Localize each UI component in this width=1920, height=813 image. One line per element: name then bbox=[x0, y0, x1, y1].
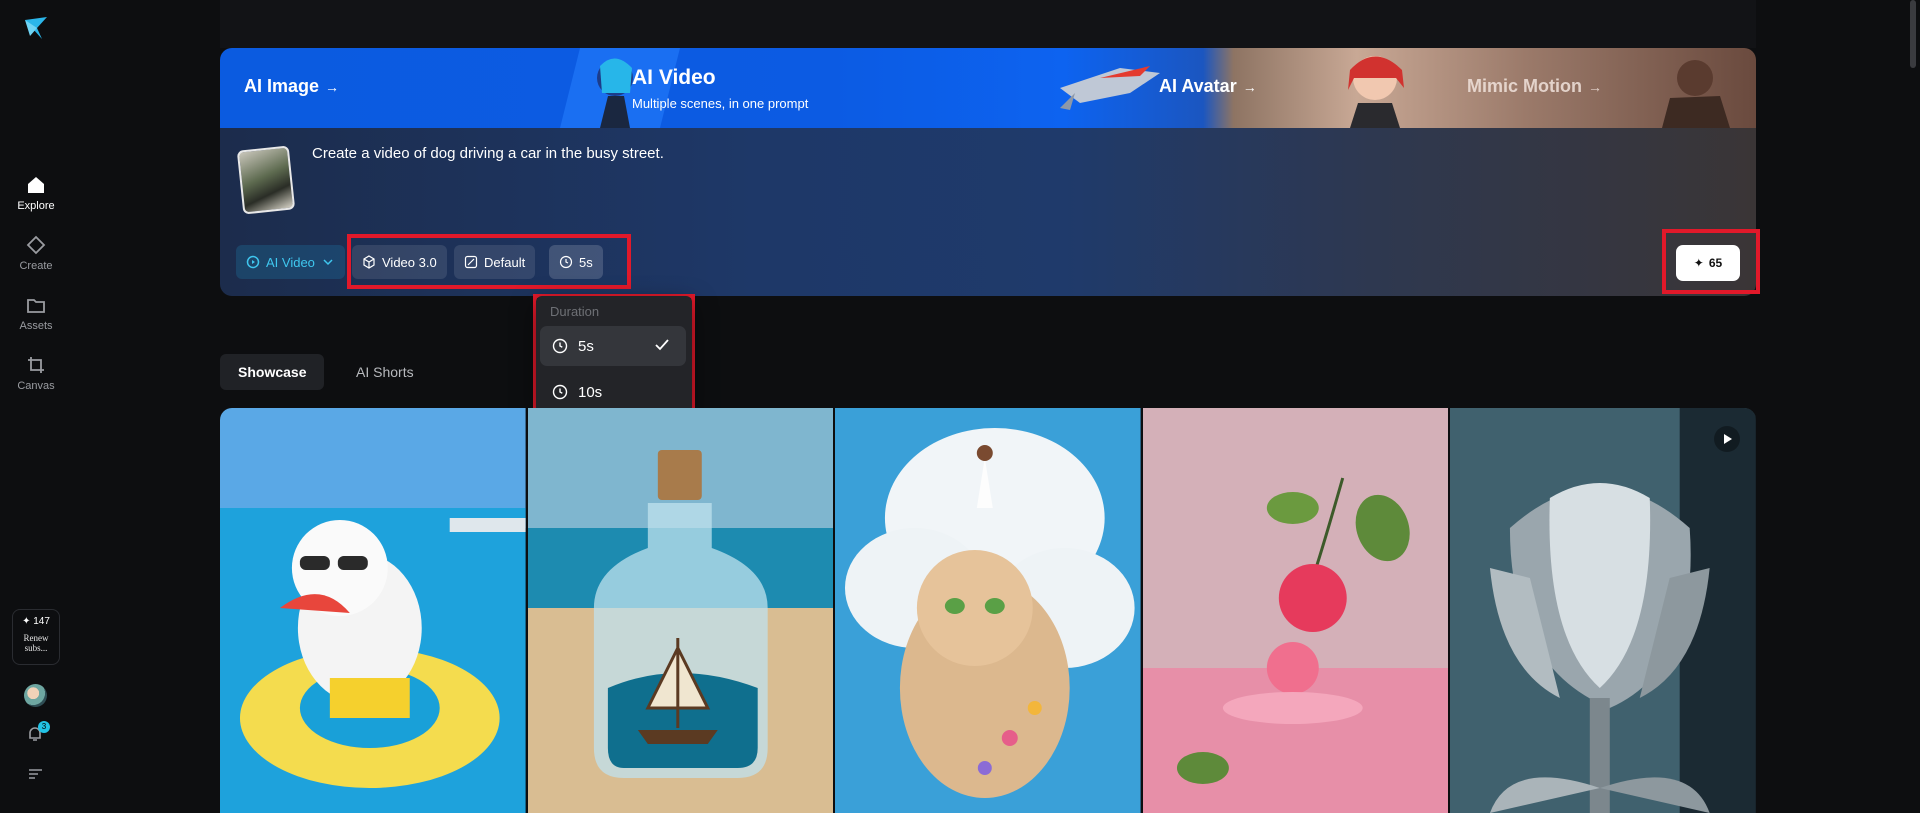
clock-icon bbox=[559, 255, 573, 269]
model-selector[interactable]: Video 3.0 bbox=[352, 245, 447, 279]
tab-ai-shorts[interactable]: AI Shorts bbox=[338, 354, 432, 390]
duration-option-10s[interactable]: 10s bbox=[540, 372, 686, 412]
tab-label: AI Avatar bbox=[1159, 76, 1237, 96]
ratio-label: Default bbox=[484, 254, 526, 270]
sparkle-icon: ✦ bbox=[1693, 256, 1704, 270]
arrow-right-icon: → bbox=[1588, 79, 1602, 95]
chrome-tulip-image bbox=[1450, 408, 1756, 813]
play-icon[interactable] bbox=[1713, 426, 1740, 452]
ship-bottle-image bbox=[527, 408, 834, 813]
option-label: 5s bbox=[578, 337, 594, 355]
sidebar-item-explore[interactable]: Explore bbox=[0, 174, 72, 212]
tab-ai-avatar[interactable]: AI Avatar → bbox=[1159, 76, 1257, 97]
checkmark-icon bbox=[655, 339, 669, 351]
aspect-ratio-selector[interactable]: Default bbox=[454, 245, 536, 279]
duration-dropdown: Duration 5s 10s bbox=[536, 296, 692, 414]
duration-option-5s[interactable]: 5s bbox=[540, 326, 686, 366]
tab-ai-image[interactable]: AI Image → bbox=[244, 76, 339, 97]
sidebar-item-label: Explore bbox=[17, 200, 55, 212]
ai-avatar-hero-art bbox=[1348, 56, 1404, 128]
dropdown-header: Duration bbox=[550, 304, 600, 319]
gallery-card[interactable] bbox=[1142, 408, 1449, 813]
clock-icon bbox=[552, 338, 568, 354]
sidebar-item-create[interactable]: Create bbox=[0, 234, 72, 272]
mode-selector[interactable]: AI Video bbox=[236, 245, 345, 279]
showcase-gallery bbox=[220, 408, 1756, 813]
sidebar: Explore Create Assets Canvas ✦ 147 Renew… bbox=[0, 0, 72, 813]
cat-clouds-image bbox=[835, 408, 1141, 813]
home-icon bbox=[28, 177, 44, 193]
duration-selector[interactable]: 5s bbox=[549, 245, 603, 279]
folder-icon bbox=[27, 299, 45, 313]
cube-icon bbox=[363, 255, 375, 269]
top-strip bbox=[220, 0, 1756, 48]
clock-icon bbox=[552, 384, 568, 400]
avatar[interactable] bbox=[24, 684, 47, 707]
sidebar-item-canvas[interactable]: Canvas bbox=[0, 354, 72, 392]
crop-icon bbox=[28, 357, 44, 373]
arrow-right-icon: → bbox=[1242, 79, 1257, 95]
gallery-card[interactable] bbox=[220, 408, 526, 813]
credit-count: ✦ 147 bbox=[22, 616, 50, 627]
prompt-panel: Create a video of dog driving a car in t… bbox=[220, 128, 1756, 296]
arrow-right-icon: → bbox=[325, 79, 340, 95]
diamond-icon bbox=[26, 235, 46, 255]
tab-ai-video-subtitle: Multiple scenes, in one prompt bbox=[632, 96, 809, 111]
sidebar-item-assets[interactable]: Assets bbox=[0, 294, 72, 332]
gallery-card[interactable] bbox=[835, 408, 1141, 813]
cat-pool-image bbox=[220, 408, 526, 813]
tab-mimic-motion[interactable]: Mimic Motion → bbox=[1467, 76, 1602, 97]
aspect-ratio-icon bbox=[464, 255, 478, 269]
video-mode-icon bbox=[246, 255, 260, 269]
renew-subscription-link[interactable]: Renew subs... bbox=[13, 633, 59, 653]
duration-label: 5s bbox=[579, 254, 593, 270]
sidebar-item-label: Create bbox=[19, 260, 53, 272]
feature-banner: AI Image → AI Video Multiple scenes, in o… bbox=[220, 48, 1756, 128]
page-scrollbar[interactable] bbox=[1910, 0, 1916, 68]
tab-label: AI Video bbox=[632, 66, 716, 89]
sidebar-item-label: Assets bbox=[19, 320, 53, 332]
reference-image-thumbnail[interactable] bbox=[236, 145, 296, 215]
model-label: Video 3.0 bbox=[382, 254, 437, 270]
chevron-down-icon bbox=[323, 259, 333, 266]
cherry-splash-image bbox=[1142, 408, 1449, 813]
logo-icon[interactable] bbox=[22, 14, 50, 42]
gallery-card[interactable] bbox=[527, 408, 834, 813]
menu-icon[interactable] bbox=[28, 768, 43, 780]
tab-ai-video[interactable]: AI Video bbox=[632, 66, 716, 90]
mode-label: AI Video bbox=[266, 254, 315, 270]
generate-button[interactable]: ✦ 65 bbox=[1676, 245, 1740, 281]
tab-label: AI Image bbox=[244, 76, 320, 96]
gallery-card[interactable] bbox=[1450, 408, 1756, 813]
tab-label: Mimic Motion bbox=[1467, 76, 1582, 96]
mimic-motion-hero-art bbox=[1662, 60, 1730, 128]
credits-panel[interactable]: ✦ 147 Renew subs... bbox=[12, 609, 60, 665]
sidebar-item-label: Canvas bbox=[17, 380, 55, 392]
tab-showcase[interactable]: Showcase bbox=[220, 354, 325, 390]
prompt-input[interactable]: Create a video of dog driving a car in t… bbox=[312, 145, 664, 162]
generate-cost: 65 bbox=[1708, 256, 1723, 270]
notification-badge: 3 bbox=[38, 721, 50, 733]
option-label: 10s bbox=[578, 383, 603, 401]
